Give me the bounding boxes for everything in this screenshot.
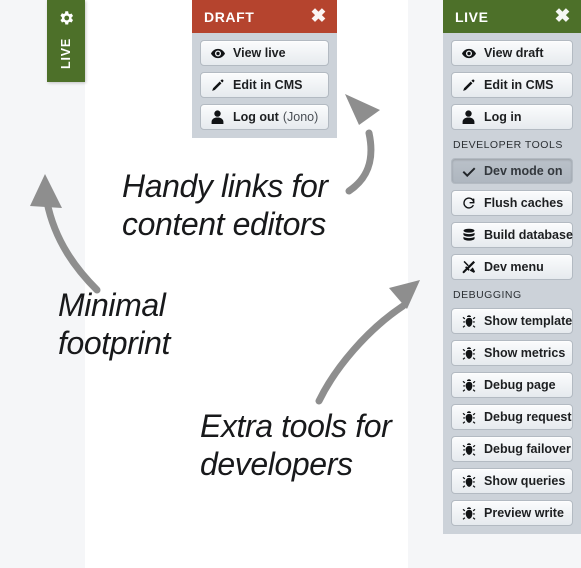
draft-panel-header: DRAFT ✖ [192,0,337,33]
build-database-button[interactable]: Build database [451,222,573,248]
user-icon [461,110,476,124]
database-icon [461,228,476,242]
dev-mode-on-button[interactable]: Dev mode on [451,158,573,184]
show-template-button[interactable]: Show template [451,308,573,334]
button-label: View live [233,46,286,60]
collapsed-toolbar-tab[interactable]: LIVE [47,0,85,82]
bug-icon [461,314,476,328]
button-label: View draft [484,46,544,60]
dev-menu-button[interactable]: Dev menu [451,254,573,280]
draft-panel-body: View live Edit in CMS Log out (Jono) [192,33,337,138]
debug-failover-button[interactable]: Debug failover [451,436,573,462]
tools-icon [461,260,476,274]
pencil-icon [461,78,476,92]
check-icon [461,165,476,177]
log-out-button[interactable]: Log out (Jono) [200,104,329,130]
view-draft-button[interactable]: View draft [451,40,573,66]
button-label: Show queries [484,474,566,488]
live-panel-body: View draft Edit in CMS Log in DEVELOPER … [443,33,581,534]
button-label: Debug failover [484,442,571,456]
live-panel-title: LIVE [455,8,489,25]
button-label: Log in [484,110,522,124]
bug-icon [461,442,476,456]
view-live-button[interactable]: View live [200,40,329,66]
debug-page-button[interactable]: Debug page [451,372,573,398]
draft-toolbar-panel: DRAFT ✖ View live Edit in CMS Log out (J… [192,0,337,138]
flush-caches-button[interactable]: Flush caches [451,190,573,216]
bug-icon [461,474,476,488]
annotation-minimal-footprint: Minimal footprint [58,287,171,361]
button-label: Edit in CMS [233,78,303,92]
user-icon [210,110,225,124]
eye-icon [210,48,225,59]
log-in-button[interactable]: Log in [451,104,573,130]
annotation-handy-links: Handy links for content editors [122,168,328,242]
close-icon[interactable]: ✖ [554,7,571,26]
gear-icon [57,9,75,32]
button-label: Dev mode on [484,164,563,178]
button-label: Debug page [484,378,556,392]
button-label: Preview write [484,506,564,520]
preview-write-button[interactable]: Preview write [451,500,573,526]
close-icon[interactable]: ✖ [310,7,327,26]
live-toolbar-panel: LIVE ✖ View draft Edit in CMS Log in DEV… [443,0,581,534]
collapsed-tab-label: LIVE [59,38,73,69]
live-panel-header: LIVE ✖ [443,0,581,33]
button-label: Debug request [484,410,572,424]
annotation-extra-tools: Extra tools for developers [200,408,392,482]
button-label: Log out [233,110,279,124]
button-label: Dev menu [484,260,544,274]
section-label-debugging: DEBUGGING [453,289,522,301]
button-label: Show metrics [484,346,566,360]
debug-request-button[interactable]: Debug request [451,404,573,430]
show-queries-button[interactable]: Show queries [451,468,573,494]
button-sublabel: (Jono) [282,110,319,124]
draft-panel-title: DRAFT [204,8,255,25]
button-label: Build database [484,228,573,242]
button-label: Flush caches [484,196,564,210]
pencil-icon [210,78,225,92]
edit-in-cms-button[interactable]: Edit in CMS [451,72,573,98]
eye-icon [461,48,476,59]
bug-icon [461,410,476,424]
button-label: Show template [484,314,573,328]
section-label-developer-tools: DEVELOPER TOOLS [453,139,563,151]
background-column-left [0,0,85,568]
show-metrics-button[interactable]: Show metrics [451,340,573,366]
refresh-icon [461,196,476,210]
button-label: Edit in CMS [484,78,554,92]
bug-icon [461,506,476,520]
edit-in-cms-button[interactable]: Edit in CMS [200,72,329,98]
bug-icon [461,346,476,360]
bug-icon [461,378,476,392]
